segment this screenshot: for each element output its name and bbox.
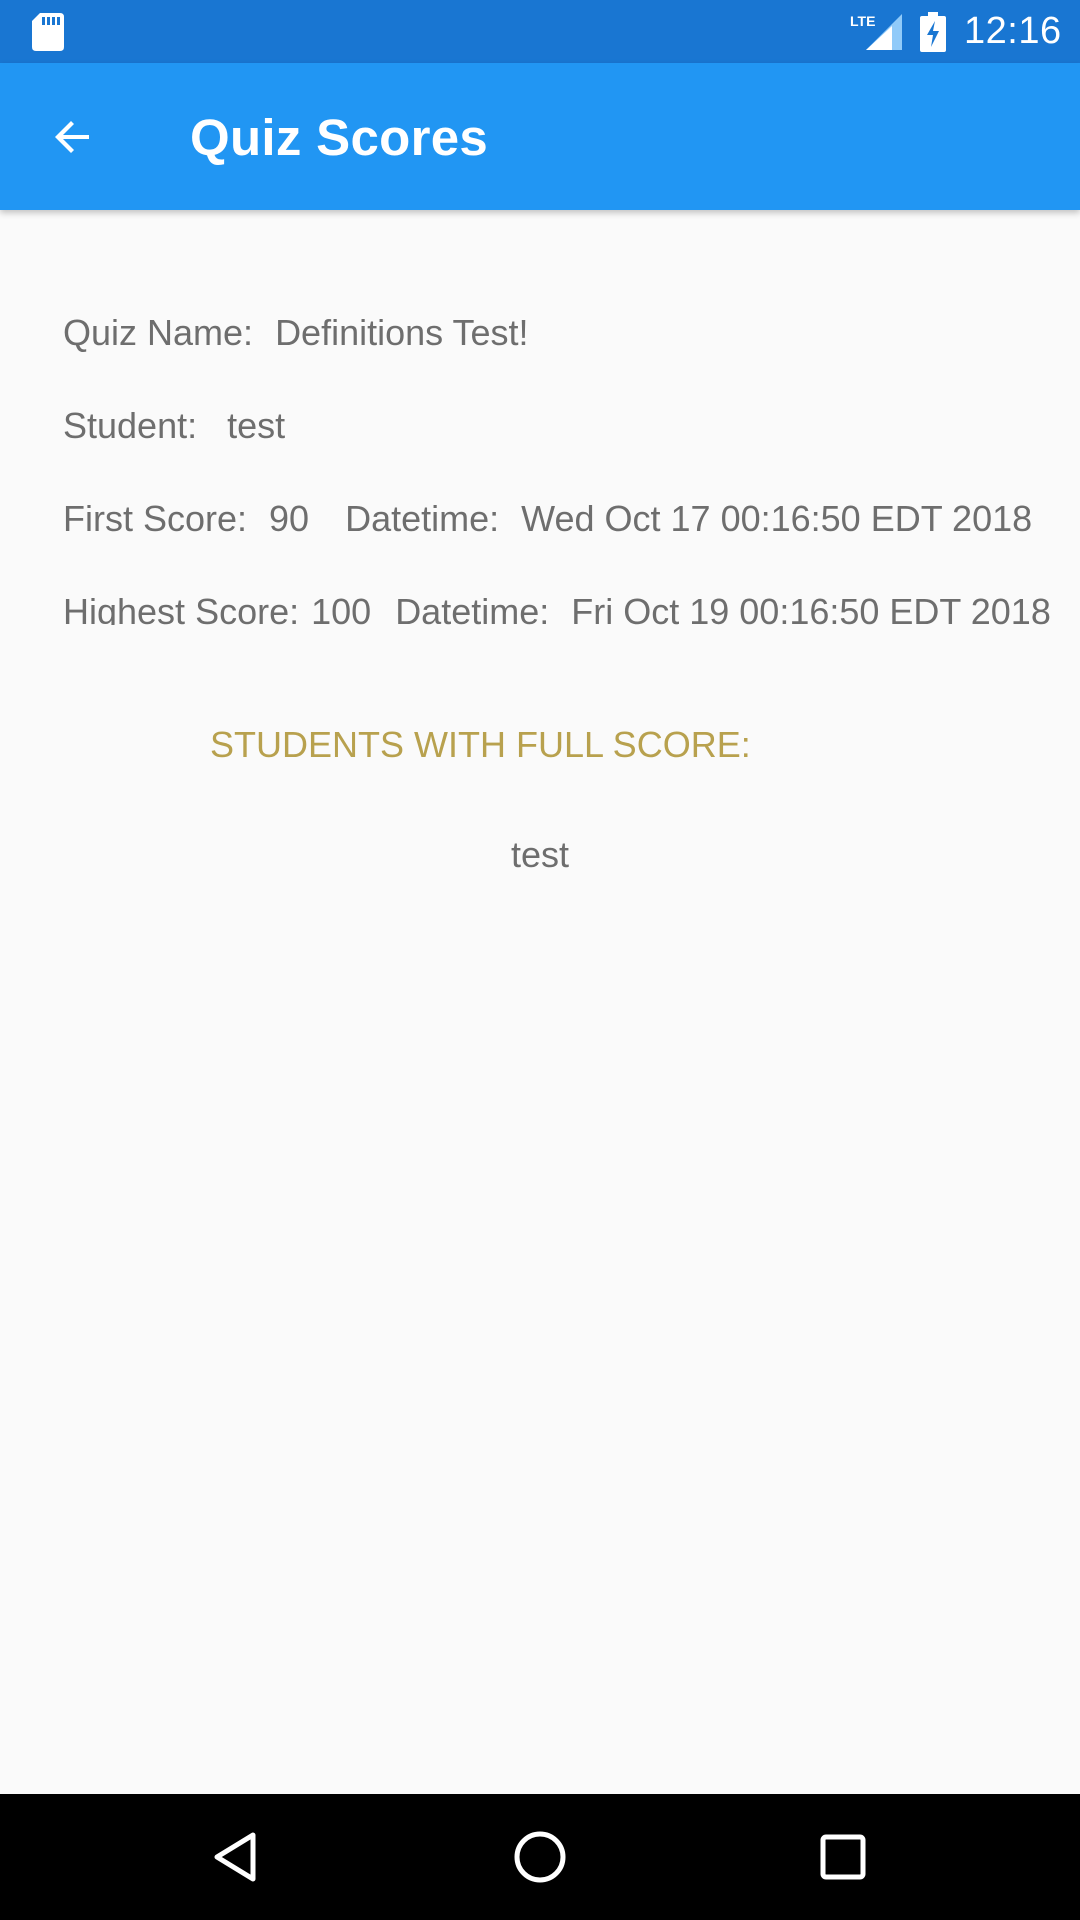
arrow-back-icon: [55, 121, 89, 153]
home-circle-icon: [514, 1831, 566, 1883]
first-datetime-value: Wed Oct 17 00:16:50 EDT 2018: [521, 498, 1033, 539]
quiz-name-label: Quiz Name:: [63, 312, 254, 353]
system-nav-bar: [0, 1794, 1080, 1920]
sd-card-icon: [32, 13, 64, 51]
highest-score-label: Highest Score:: [63, 591, 300, 625]
first-score-value: 90: [269, 498, 310, 539]
page-title: Quiz Scores: [190, 109, 489, 166]
status-time: 12:16: [964, 10, 1062, 52]
student-label: Student:: [63, 405, 198, 446]
lte-signal-icon: LTE: [850, 13, 902, 50]
full-score-student: test: [510, 834, 570, 875]
battery-charging-icon: [920, 12, 946, 52]
status-bar: LTE 12:16: [0, 0, 1080, 63]
nav-back-button[interactable]: [200, 1822, 270, 1892]
first-score-label: First Score:: [63, 498, 248, 539]
student-value: test: [227, 405, 286, 446]
recents-square-icon: [820, 1834, 866, 1880]
first-datetime-label: Datetime:: [345, 498, 500, 539]
highest-datetime-label: Datetime:: [395, 591, 550, 625]
nav-recents-button[interactable]: [808, 1822, 878, 1892]
quiz-name-row: Quiz Name: Definitions Test!: [63, 308, 529, 358]
nav-home-button[interactable]: [505, 1822, 575, 1892]
first-score-row: First Score: 90 Datetime: Wed Oct 17 00:16:…: [63, 494, 1032, 544]
highest-score-row: Highest Score: 100 Datetime: Fri Oct 19 00:…: [63, 587, 1051, 625]
highest-score-value: 100: [311, 591, 372, 625]
lte-label: LTE: [850, 13, 875, 29]
app-bar: Quiz Scores: [0, 63, 1080, 210]
student-row: Student: test: [63, 401, 285, 451]
full-score-heading: STUDENTS WITH FULL SCORE:: [210, 724, 751, 765]
back-triangle-icon: [214, 1832, 256, 1882]
highest-datetime-value: Fri Oct 19 00:16:50 EDT 2018: [571, 591, 1051, 625]
back-button[interactable]: [33, 105, 113, 169]
quiz-name-value: Definitions Test!: [275, 312, 529, 353]
